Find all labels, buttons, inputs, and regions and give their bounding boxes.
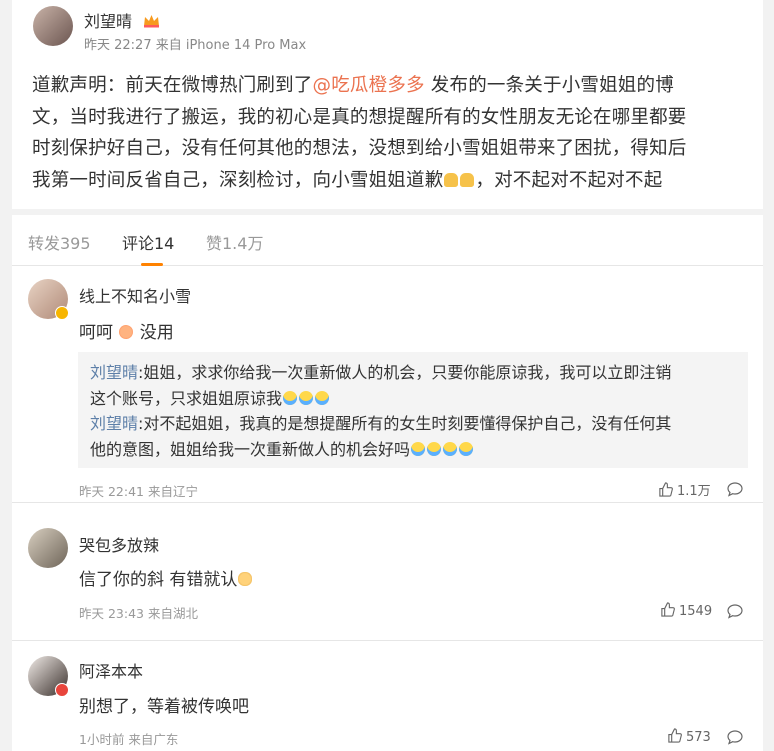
- comment-text: 别想了，等着被传唤吧: [79, 697, 249, 717]
- comment-item: 阿泽本本 别想了，等着被传唤吧 1小时前 来自广东 573: [12, 641, 763, 751]
- comment-meta: 昨天 22:41 来自辽宁: [79, 484, 198, 499]
- author-name-text[interactable]: 刘望晴: [84, 12, 132, 31]
- weibo-post: 刘望晴 昨天 22:27 来自 iPhone 14 Pro Max 道歉声明：前…: [12, 0, 763, 209]
- author-name[interactable]: 刘望晴: [84, 8, 160, 32]
- reply-line: 这个账号，只求姐姐原谅我: [90, 386, 736, 412]
- post-tabs: 转发395 评论14 赞1.4万: [12, 215, 763, 266]
- reply-author[interactable]: 刘望晴: [90, 414, 138, 433]
- reply-line: 刘望晴:姐姐，求求你给我一次重新做人的机会，只要你能原谅我，我可以立即注销: [90, 363, 672, 382]
- tab-reposts[interactable]: 转发395: [28, 230, 91, 254]
- sob-emoji-icon: [283, 390, 298, 405]
- sob-emoji-icon: [299, 390, 314, 405]
- sob-emoji-icon: [315, 390, 330, 405]
- thumbs-up-icon: [659, 482, 673, 497]
- comment-meta: 1小时前 来自广东: [79, 732, 179, 747]
- comment-meta: 昨天 23:43 来自湖北: [79, 606, 198, 621]
- post-line: 我第一时间反省自己，深刻检讨，向小雪姐姐道歉 ，对不起对不起对不起: [32, 169, 663, 191]
- bow-emoji-icon: [444, 172, 459, 187]
- reply-line: 他的意图，姐姐给我一次重新做人的机会好吗: [90, 437, 736, 463]
- sob-emoji-icon: [427, 441, 442, 456]
- sob-emoji-icon: [443, 441, 458, 456]
- thumbs-up-icon: [661, 602, 675, 617]
- like-button[interactable]: 1.1万: [658, 480, 711, 499]
- post-line: 时刻保护好自己，没有任何其他的想法，没想到给小雪姐姐带来了困扰，得知后: [32, 138, 687, 159]
- member-crown-icon: [144, 15, 160, 28]
- tab-likes[interactable]: 赞1.4万: [206, 230, 263, 254]
- post-line: 文，当时我进行了搬运，我的初心是真的想提醒所有的女性朋友无论在哪里都要: [32, 106, 687, 128]
- like-button[interactable]: 1549: [660, 602, 712, 619]
- verified-badge-icon: [55, 306, 69, 320]
- commenter-name[interactable]: 线上不知名小雪: [79, 283, 191, 307]
- mention-link[interactable]: @吃瓜橙多多: [313, 75, 425, 96]
- post-meta: 昨天 22:27 来自 iPhone 14 Pro Max: [84, 38, 307, 53]
- comment-item: 线上不知名小雪 呵呵 没用 刘望晴:姐姐，求求你给我一次重新做人的机会，只要你能…: [12, 266, 763, 503]
- commenter-name[interactable]: 哭包多放辣: [79, 532, 159, 556]
- commenter-name[interactable]: 阿泽本本: [79, 658, 143, 682]
- member-badge-icon: [55, 683, 69, 697]
- bow-emoji-icon: [460, 172, 475, 187]
- comment-text: 呵呵 没用: [79, 323, 174, 343]
- comment-text: 信了你的斜 有错就认: [79, 565, 253, 590]
- reply-icon[interactable]: [727, 481, 743, 497]
- reply-icon[interactable]: [727, 603, 743, 619]
- sob-emoji-icon: [411, 441, 426, 456]
- reply-icon[interactable]: [727, 729, 743, 745]
- reply-thread[interactable]: 刘望晴:姐姐，求求你给我一次重新做人的机会，只要你能原谅我，我可以立即注销 这个…: [78, 352, 748, 468]
- reply-author[interactable]: 刘望晴: [90, 363, 138, 382]
- author-avatar[interactable]: [33, 6, 73, 46]
- post-line: 道歉声明：前天在微博热门刷到了@吃瓜橙多多 发布的一条关于小雪姐姐的博: [32, 75, 674, 96]
- sob-emoji-icon: [459, 441, 474, 456]
- post-body: 道歉声明：前天在微博热门刷到了@吃瓜橙多多 发布的一条关于小雪姐姐的博 文，当时…: [32, 70, 747, 196]
- comment-list: 线上不知名小雪 呵呵 没用 刘望晴:姐姐，求求你给我一次重新做人的机会，只要你能…: [12, 266, 763, 751]
- commenter-avatar[interactable]: [28, 528, 68, 568]
- doge-emoji-icon: [238, 572, 253, 586]
- laugh-emoji-icon: [119, 325, 134, 339]
- thumbs-up-icon: [668, 728, 682, 743]
- like-button[interactable]: 573: [667, 728, 711, 745]
- tab-comments[interactable]: 评论14: [122, 230, 174, 254]
- comment-item: 哭包多放辣 信了你的斜 有错就认 昨天 23:43 来自湖北 1549: [12, 503, 763, 641]
- reply-line: 刘望晴:对不起姐姐，我真的是想提醒所有的女生时刻要懂得保护自己，没有任何其: [90, 414, 672, 433]
